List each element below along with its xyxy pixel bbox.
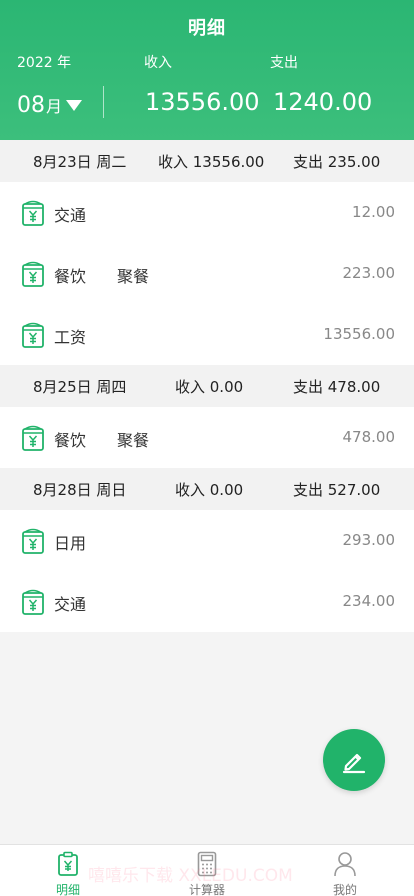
record-amount: 478.00 (342, 428, 396, 446)
record-row[interactable]: 交通 12.00 (0, 182, 414, 243)
tab-profile[interactable]: 我的 (305, 845, 385, 896)
header: 明细 2022 年 收入 支出 08 月 13556.00 1240.00 (0, 0, 414, 140)
record-list: 8月23日 周二 收入 13556.00 支出 235.00 交通 12.00 … (0, 140, 414, 632)
tab-label: 我的 (332, 883, 357, 896)
money-bag-icon (21, 199, 45, 227)
day-header: 8月28日 周日 收入 0.00 支出 527.00 (0, 468, 414, 510)
record-category: 工资 (54, 328, 87, 347)
day-expense: 支出 235.00 (293, 153, 381, 171)
month-unit: 月 (46, 97, 63, 116)
ledger-icon (58, 851, 78, 876)
edit-pencil-icon (342, 753, 366, 774)
record-row[interactable]: 交通 234.00 (0, 571, 414, 632)
header-divider (103, 86, 104, 118)
day-records: 交通 12.00 餐饮 聚餐 223.00 工资 13556.00 (0, 182, 414, 365)
record-amount: 13556.00 (323, 325, 395, 343)
day-income: 收入 13556.00 (158, 153, 265, 171)
income-label: 收入 (144, 55, 172, 71)
record-amount: 293.00 (342, 531, 396, 549)
dropdown-triangle-icon (66, 99, 83, 111)
watermark: 嘻嘻乐下载 XXLEDU.COM (88, 866, 293, 886)
record-row[interactable]: 餐饮 聚餐 478.00 (0, 407, 414, 468)
expense-total: 1240.00 (273, 88, 373, 116)
day-date: 8月28日 周日 (33, 481, 127, 499)
day-records: 餐饮 聚餐 478.00 (0, 407, 414, 468)
year-label[interactable]: 2022 年 (17, 52, 71, 72)
user-icon (334, 852, 356, 877)
day-header: 8月23日 周二 收入 13556.00 支出 235.00 (0, 140, 414, 182)
record-amount: 234.00 (342, 592, 396, 610)
add-record-button[interactable] (323, 729, 385, 791)
money-bag-icon (21, 527, 45, 555)
day-expense: 支出 478.00 (293, 378, 381, 396)
record-category: 餐饮 (54, 267, 87, 286)
day-date: 8月25日 周四 (33, 378, 127, 396)
income-total: 13556.00 (145, 88, 260, 116)
month-picker[interactable]: 08 月 (17, 88, 83, 122)
month-value: 08 (17, 92, 45, 118)
day-income: 收入 0.00 (175, 481, 244, 499)
record-row[interactable]: 餐饮 聚餐 223.00 (0, 243, 414, 304)
money-bag-icon (21, 424, 45, 452)
record-note: 聚餐 (117, 267, 150, 286)
day-header: 8月25日 周四 收入 0.00 支出 478.00 (0, 365, 414, 407)
record-row[interactable]: 日用 293.00 (0, 510, 414, 571)
record-amount: 12.00 (352, 203, 395, 221)
record-category: 交通 (54, 595, 87, 614)
record-category: 餐饮 (54, 431, 87, 450)
day-records: 日用 293.00 交通 234.00 (0, 510, 414, 632)
page-title: 明细 (188, 18, 226, 39)
record-note: 聚餐 (117, 431, 150, 450)
record-category: 日用 (54, 534, 87, 553)
money-bag-icon (21, 260, 45, 288)
record-row[interactable]: 工资 13556.00 (0, 304, 414, 365)
day-expense: 支出 527.00 (293, 481, 381, 499)
money-bag-icon (21, 588, 45, 616)
day-income: 收入 0.00 (175, 378, 244, 396)
day-date: 8月23日 周二 (33, 153, 127, 171)
record-category: 交通 (54, 206, 87, 225)
money-bag-icon (21, 321, 45, 349)
expense-label: 支出 (270, 55, 298, 71)
record-amount: 223.00 (342, 264, 396, 282)
